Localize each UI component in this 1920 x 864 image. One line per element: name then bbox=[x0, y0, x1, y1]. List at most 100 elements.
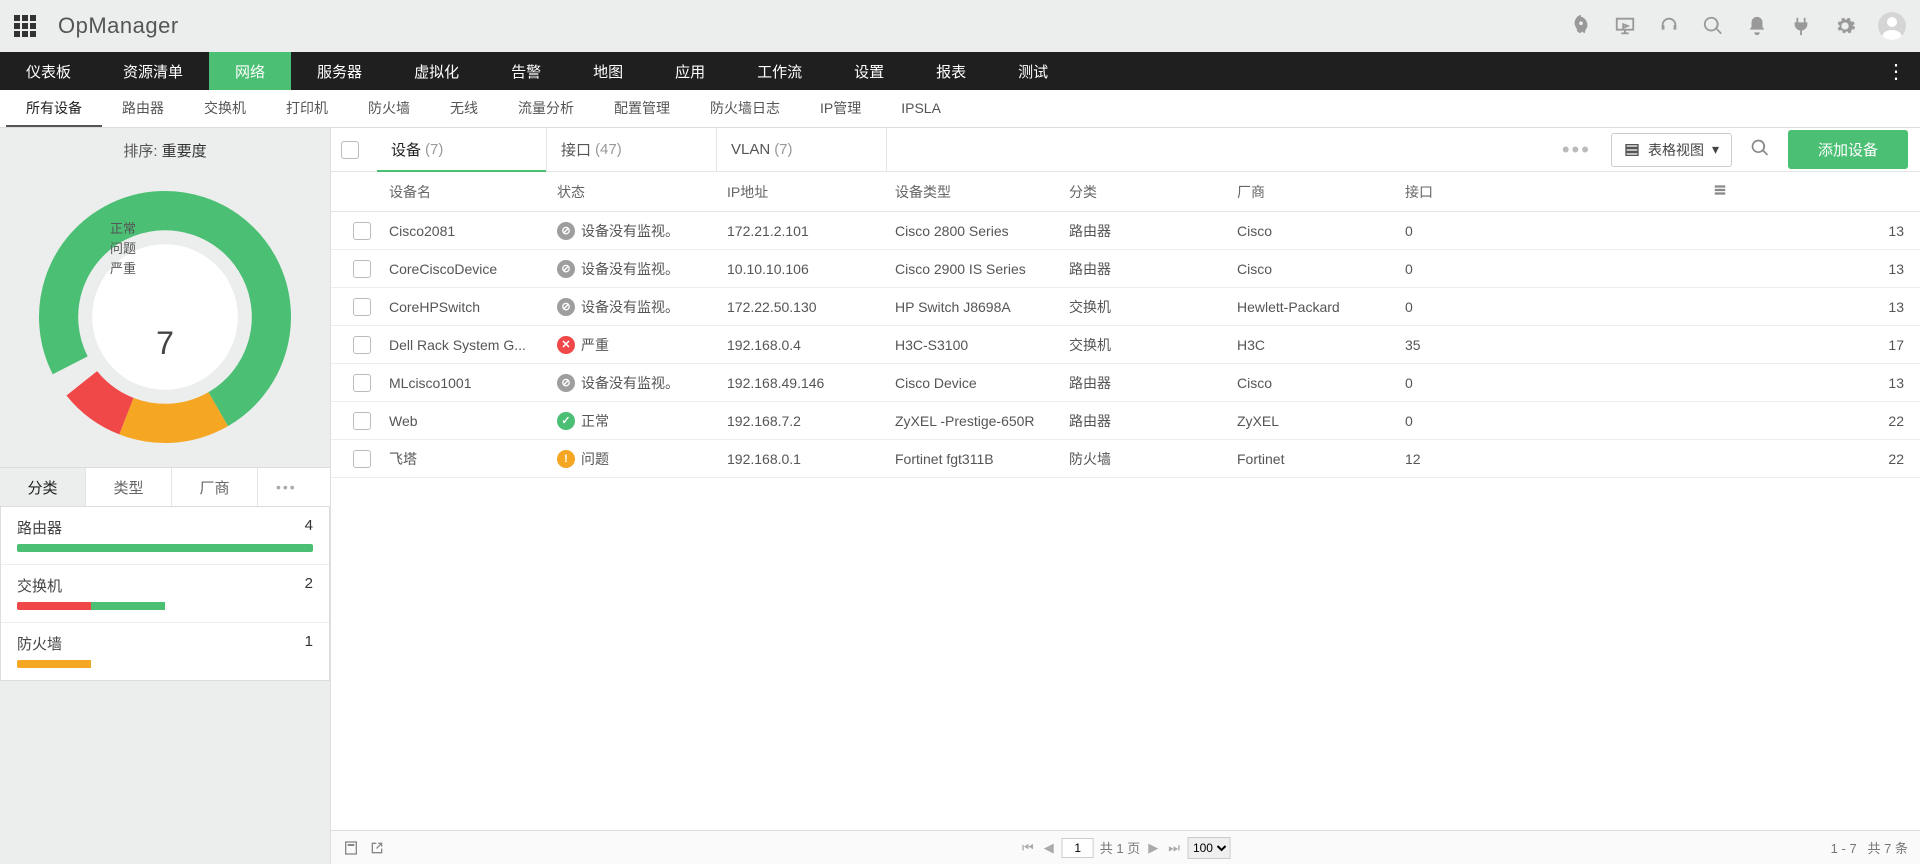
row-checkbox[interactable] bbox=[353, 222, 371, 240]
subnav-item-8[interactable]: 防火墙日志 bbox=[690, 90, 800, 127]
subnav-item-9[interactable]: IP管理 bbox=[800, 90, 881, 127]
row-checkbox[interactable] bbox=[353, 336, 371, 354]
cat-row-bar bbox=[17, 602, 313, 610]
cat-tab-1[interactable]: 类型 bbox=[86, 468, 172, 506]
cell-type: Cisco 2800 Series bbox=[889, 223, 1063, 239]
row-checkbox[interactable] bbox=[353, 450, 371, 468]
nav-item-1[interactable]: 资源清单 bbox=[97, 52, 209, 90]
cell-last: 22 bbox=[1529, 451, 1910, 467]
cell-vendor: ZyXEL bbox=[1231, 413, 1399, 429]
nav-item-5[interactable]: 告警 bbox=[485, 52, 567, 90]
cell-status: ⊘设备没有监视。 bbox=[551, 259, 721, 279]
cat-tab-0[interactable]: 分类 bbox=[0, 468, 86, 506]
subnav-item-6[interactable]: 流量分析 bbox=[498, 90, 594, 127]
columns-icon[interactable] bbox=[1529, 183, 1910, 200]
table-search-icon[interactable] bbox=[1750, 138, 1770, 161]
table-row[interactable]: CoreHPSwitch⊘设备没有监视。172.22.50.130HP Swit… bbox=[331, 288, 1920, 326]
subnav-item-2[interactable]: 交换机 bbox=[184, 90, 266, 127]
subnav-item-4[interactable]: 防火墙 bbox=[348, 90, 430, 127]
nav-item-7[interactable]: 应用 bbox=[649, 52, 731, 90]
status-icon: ⊘ bbox=[557, 374, 575, 392]
nav-item-11[interactable]: 测试 bbox=[992, 52, 1074, 90]
row-checkbox[interactable] bbox=[353, 412, 371, 430]
col-category[interactable]: 分类 bbox=[1063, 182, 1231, 202]
cell-last: 13 bbox=[1529, 223, 1910, 239]
rocket-icon[interactable] bbox=[1570, 15, 1592, 37]
apps-grid-icon[interactable] bbox=[14, 15, 36, 37]
row-checkbox[interactable] bbox=[353, 374, 371, 392]
table-row[interactable]: Cisco2081⊘设备没有监视。172.21.2.101Cisco 2800 … bbox=[331, 212, 1920, 250]
select-all-checkbox[interactable] bbox=[341, 141, 359, 159]
device-tab-0[interactable]: 设备 (7) bbox=[377, 128, 547, 171]
cell-last: 13 bbox=[1529, 261, 1910, 277]
subnav-item-3[interactable]: 打印机 bbox=[266, 90, 348, 127]
nav-item-2[interactable]: 网络 bbox=[209, 52, 291, 90]
cat-row-2[interactable]: 防火墙1 bbox=[1, 623, 329, 680]
sidebar: 排序: 重要度 正常 问题 严重 7 分类类型厂商••• 路由器4交换机2防火墙… bbox=[0, 128, 330, 864]
status-icon: ⊘ bbox=[557, 298, 575, 316]
subnav-item-5[interactable]: 无线 bbox=[430, 90, 498, 127]
cat-row-1[interactable]: 交换机2 bbox=[1, 565, 329, 623]
subnav-item-7[interactable]: 配置管理 bbox=[594, 90, 690, 127]
table-header: 设备名 状态 IP地址 设备类型 分类 厂商 接口 bbox=[331, 172, 1920, 212]
col-ip[interactable]: IP地址 bbox=[721, 182, 889, 202]
nav-item-4[interactable]: 虚拟化 bbox=[388, 52, 485, 90]
view-mode-button[interactable]: 表格视图 ▾ bbox=[1611, 133, 1732, 167]
table-row[interactable]: CoreCiscoDevice⊘设备没有监视。10.10.10.106Cisco… bbox=[331, 250, 1920, 288]
add-device-button[interactable]: 添加设备 bbox=[1788, 130, 1908, 169]
search-icon[interactable] bbox=[1702, 15, 1724, 37]
row-checkbox[interactable] bbox=[353, 298, 371, 316]
table-row[interactable]: 飞塔!问题192.168.0.1Fortinet fgt311B防火墙Forti… bbox=[331, 440, 1920, 478]
col-vendor[interactable]: 厂商 bbox=[1231, 182, 1399, 202]
nav-item-10[interactable]: 报表 bbox=[910, 52, 992, 90]
pager-next[interactable]: ▶ bbox=[1146, 840, 1160, 856]
avatar[interactable] bbox=[1878, 12, 1906, 40]
subnav-item-0[interactable]: 所有设备 bbox=[6, 90, 102, 127]
calculator-icon[interactable] bbox=[343, 840, 359, 856]
device-tab-2[interactable]: VLAN (7) bbox=[717, 128, 887, 171]
table-row[interactable]: Web✓正常192.168.7.2ZyXEL -Prestige-650R路由器… bbox=[331, 402, 1920, 440]
nav-item-0[interactable]: 仪表板 bbox=[0, 52, 97, 90]
gear-icon[interactable] bbox=[1834, 15, 1856, 37]
pager-size-select[interactable]: 100 bbox=[1188, 837, 1231, 859]
sort-control[interactable]: 排序: 重要度 bbox=[0, 128, 330, 167]
nav-item-3[interactable]: 服务器 bbox=[291, 52, 388, 90]
col-name[interactable]: 设备名 bbox=[383, 182, 551, 202]
col-type[interactable]: 设备类型 bbox=[889, 182, 1063, 202]
plug-icon[interactable] bbox=[1790, 15, 1812, 37]
logo: OpManager bbox=[58, 13, 179, 39]
col-status[interactable]: 状态 bbox=[551, 182, 721, 202]
pager-range: 1 - 7 共 7 条 bbox=[1831, 838, 1908, 857]
pager-prev[interactable]: ◀ bbox=[1042, 840, 1056, 856]
cell-ip: 172.21.2.101 bbox=[721, 223, 889, 239]
device-tab-1[interactable]: 接口 (47) bbox=[547, 128, 717, 171]
table-row[interactable]: Dell Rack System G...✕严重192.168.0.4H3C-S… bbox=[331, 326, 1920, 364]
cell-type: Cisco Device bbox=[889, 375, 1063, 391]
nav-item-8[interactable]: 工作流 bbox=[731, 52, 828, 90]
main-nav: 仪表板资源清单网络服务器虚拟化告警地图应用工作流设置报表测试 ⋮ bbox=[0, 52, 1920, 90]
export-icon[interactable] bbox=[369, 840, 385, 856]
table-row[interactable]: MLcisco1001⊘设备没有监视。192.168.49.146Cisco D… bbox=[331, 364, 1920, 402]
view-mode-label: 表格视图 bbox=[1648, 140, 1704, 160]
toolbar-more-icon[interactable]: ••• bbox=[1542, 137, 1611, 163]
cat-row-0[interactable]: 路由器4 bbox=[1, 507, 329, 565]
subnav-item-1[interactable]: 路由器 bbox=[102, 90, 184, 127]
pager-last[interactable]: ⏭ bbox=[1166, 840, 1182, 856]
category-tabs-more[interactable]: ••• bbox=[258, 468, 315, 506]
col-interfaces[interactable]: 接口 bbox=[1399, 182, 1529, 202]
cat-tab-2[interactable]: 厂商 bbox=[172, 468, 258, 506]
nav-more-icon[interactable]: ⋮ bbox=[1872, 52, 1920, 90]
cell-category: 交换机 bbox=[1063, 297, 1231, 317]
subnav-item-10[interactable]: IPSLA bbox=[881, 90, 961, 127]
nav-item-6[interactable]: 地图 bbox=[567, 52, 649, 90]
headset-icon[interactable] bbox=[1658, 15, 1680, 37]
row-checkbox[interactable] bbox=[353, 260, 371, 278]
bell-icon[interactable] bbox=[1746, 15, 1768, 37]
cat-row-count: 2 bbox=[305, 575, 313, 592]
donut-svg bbox=[25, 177, 305, 457]
cell-interfaces: 0 bbox=[1399, 413, 1529, 429]
presentation-icon[interactable] bbox=[1614, 15, 1636, 37]
pager-first[interactable]: ⏮ bbox=[1020, 840, 1036, 856]
pager-page-input[interactable] bbox=[1062, 838, 1094, 858]
nav-item-9[interactable]: 设置 bbox=[828, 52, 910, 90]
